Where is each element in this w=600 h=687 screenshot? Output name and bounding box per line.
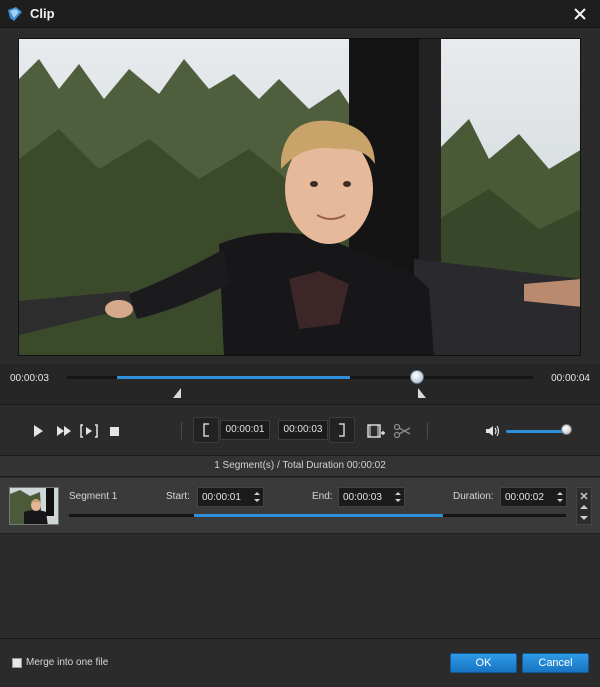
volume-icon[interactable] — [483, 421, 503, 441]
segment-end-stepper[interactable]: 00:00:03 — [338, 487, 405, 507]
stop-icon[interactable] — [105, 421, 125, 441]
segment-end-value: 00:00:03 — [343, 492, 382, 503]
separator — [427, 422, 428, 439]
end-marker-icon[interactable] — [418, 388, 426, 398]
set-start-icon — [203, 423, 209, 437]
merge-label[interactable]: Merge into one file — [26, 657, 108, 668]
app-logo-icon — [8, 7, 22, 21]
delete-segment-icon[interactable] — [579, 491, 589, 501]
segment-duration-stepper[interactable]: 00:00:02 — [500, 487, 567, 507]
segment-row[interactable]: Segment 1 Start: 00:00:01 End: 00:00:03 … — [0, 478, 600, 534]
playback-controls: 00:00:01 00:00:03 — [0, 404, 600, 456]
video-frame-image — [19, 39, 580, 355]
separator — [181, 422, 182, 439]
video-preview — [18, 38, 581, 356]
volume-slider[interactable] — [506, 430, 566, 433]
segment-tools — [576, 487, 592, 525]
volume-handle[interactable] — [561, 424, 572, 435]
segment-range — [194, 514, 443, 517]
start-time-field[interactable]: 00:00:01 — [220, 420, 270, 440]
segment-duration-value: 00:00:02 — [505, 492, 544, 503]
cut-icon[interactable] — [392, 421, 412, 441]
segment-start-value: 00:00:01 — [202, 492, 241, 503]
add-clip-icon[interactable] — [366, 421, 386, 441]
playhead-handle[interactable] — [410, 370, 424, 384]
set-end-button[interactable] — [329, 417, 355, 443]
stepper-arrows-icon[interactable] — [254, 490, 260, 504]
set-end-icon — [339, 423, 345, 437]
timeline-selection — [117, 376, 350, 379]
play-icon[interactable] — [28, 421, 48, 441]
move-down-icon[interactable] — [579, 513, 589, 523]
segment-start-label: Start: — [166, 491, 190, 502]
segments-summary: 1 Segment(s) / Total Duration 00:00:02 — [0, 456, 600, 477]
window-title: Clip — [30, 6, 55, 21]
title-bar: Clip — [0, 0, 600, 28]
cancel-button[interactable]: Cancel — [522, 653, 589, 673]
close-icon[interactable] — [570, 4, 590, 24]
segment-name: Segment 1 — [69, 491, 118, 502]
end-time-field[interactable]: 00:00:03 — [278, 420, 328, 440]
ok-button[interactable]: OK — [450, 653, 517, 673]
start-marker-icon[interactable] — [173, 388, 181, 398]
total-time: 00:00:04 — [551, 373, 590, 384]
segment-duration-label: Duration: — [453, 491, 494, 502]
current-time: 00:00:03 — [10, 373, 49, 384]
timeline: 00:00:03 00:00:04 — [0, 364, 600, 404]
video-area — [0, 28, 600, 364]
frame-step-icon[interactable] — [79, 421, 99, 441]
segment-start-stepper[interactable]: 00:00:01 — [197, 487, 264, 507]
footer: Merge into one file OK Cancel — [0, 638, 600, 687]
segment-list-area — [0, 535, 600, 638]
move-up-icon[interactable] — [579, 502, 589, 512]
stepper-arrows-icon[interactable] — [395, 490, 401, 504]
stepper-arrows-icon[interactable] — [557, 490, 563, 504]
merge-checkbox[interactable] — [12, 658, 22, 668]
segment-end-label: End: — [312, 491, 333, 502]
set-start-button[interactable] — [193, 417, 219, 443]
segment-thumbnail — [9, 487, 59, 525]
fast-forward-icon[interactable] — [54, 421, 74, 441]
